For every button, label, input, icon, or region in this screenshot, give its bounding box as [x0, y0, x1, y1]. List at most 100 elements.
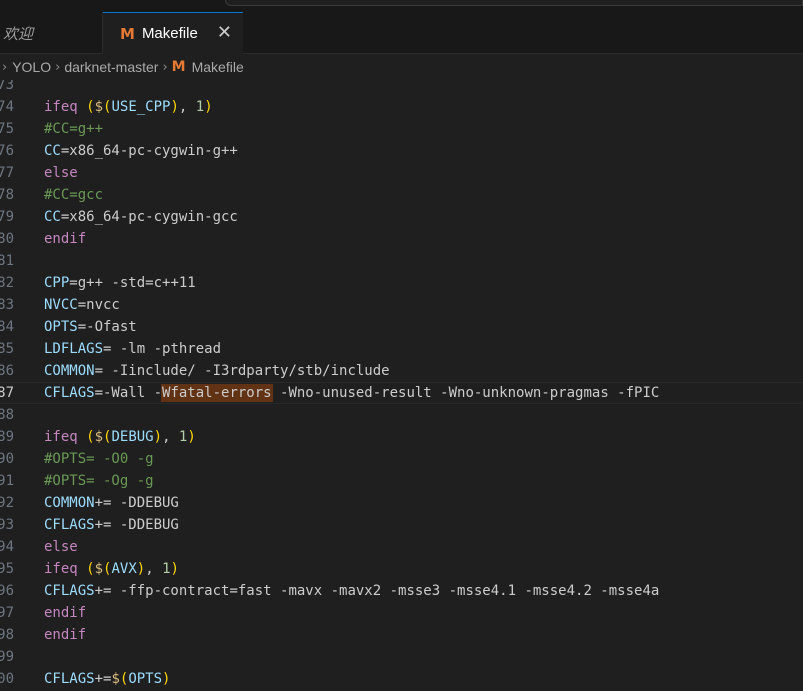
code-line[interactable]: 82 CPP=g++ -std=c++11 [0, 272, 803, 294]
line-number: 75 [0, 121, 14, 137]
code-token: =-Ofast [77, 319, 137, 335]
code-text: CFLAGS+= -ffp-contract=fast -mavx -mavx2… [44, 580, 659, 602]
tab-makefile[interactable]: M Makefile ✕ [103, 12, 243, 54]
code-line[interactable]: 80 endif [0, 228, 803, 250]
line-number: 93 [0, 517, 14, 533]
code-line[interactable]: 97 endif [0, 602, 803, 624]
code-line[interactable]: 00 CFLAGS+=$(OPTS) [0, 668, 803, 690]
code-token: += -DDEBUG [94, 495, 179, 511]
code-text: CC=x86_64-pc-cygwin-gcc [44, 206, 238, 228]
line-number: 76 [0, 143, 14, 159]
code-editor[interactable]: 73 74 ifeq ($(USE_CPP), 1) 75 #CC=g++ 76 CC=x8… [0, 80, 803, 691]
line-number: 87 [0, 385, 14, 401]
breadcrumb-yolo[interactable]: YOLO [12, 59, 51, 75]
code-token: $ [94, 429, 104, 445]
code-token: endif [44, 231, 87, 247]
breadcrumb-darknet-master[interactable]: darknet-master [64, 59, 158, 75]
code-token: =g++ -std=c++11 [69, 275, 196, 291]
code-line[interactable]: 86 COMMON= -Iinclude/ -I3rdparty/stb/incl… [0, 360, 803, 382]
code-line[interactable]: 92 COMMON+= -DDEBUG [0, 492, 803, 514]
line-number: 77 [0, 165, 14, 181]
code-token: ) [136, 561, 146, 577]
code-token: ( [86, 429, 95, 445]
code-text: endif [44, 624, 86, 646]
code-line[interactable]: 89 ifeq ($(DEBUG), 1) [0, 426, 803, 448]
breadcrumb-makefile[interactable]: Makefile [192, 59, 244, 75]
line-number: 82 [0, 275, 14, 291]
code-token: ( [86, 561, 95, 577]
line-number: 79 [0, 209, 14, 225]
code-text: COMMON= -Iinclude/ -I3rdparty/stb/includ… [44, 360, 390, 382]
code-line[interactable]: 77 else [0, 162, 803, 184]
code-line[interactable]: 76 CC=x86_64-pc-cygwin-g++ [0, 140, 803, 162]
code-line[interactable]: 99 [0, 646, 803, 668]
code-line[interactable]: 91 #OPTS= -Og -g [0, 470, 803, 492]
tab-welcome[interactable]: 欢迎 [0, 12, 103, 54]
line-number: 95 [0, 561, 14, 577]
line-number: 97 [0, 605, 14, 621]
code-token: CFLAGS [44, 671, 95, 687]
line-number: 90 [0, 451, 14, 467]
code-line[interactable]: 96 CFLAGS+= -ffp-contract=fast -mavx -mav… [0, 580, 803, 602]
chevron-right-icon: › [55, 59, 61, 75]
code-line[interactable]: 74 ifeq ($(USE_CPP), 1) [0, 96, 803, 118]
code-text: #CC=g++ [44, 118, 103, 140]
command-center[interactable] [225, 0, 803, 6]
code-token: -Wno-unused-result -Wno-unknown-pragmas … [271, 385, 660, 401]
line-number: 74 [0, 99, 14, 115]
search-highlight: Wfatal-errors [161, 384, 273, 402]
chevron-right-icon: › [2, 59, 8, 75]
code-token: ifeq [44, 561, 87, 577]
code-text: CFLAGS+= -DDEBUG [44, 514, 179, 536]
code-token: , [178, 99, 196, 115]
code-token: ) [170, 561, 179, 577]
code-line[interactable]: 73 [0, 80, 803, 96]
line-number: 88 [0, 407, 14, 423]
line-number: 98 [0, 627, 14, 643]
line-number: 80 [0, 231, 14, 247]
code-line[interactable]: 94 else [0, 536, 803, 558]
code-line[interactable]: 93 CFLAGS+= -DDEBUG [0, 514, 803, 536]
code-token: endif [44, 627, 87, 643]
code-token: OPTS [128, 671, 163, 687]
code-token: CC [44, 143, 61, 159]
code-text: ifeq ($(DEBUG), 1) [44, 426, 196, 448]
line-number: 91 [0, 473, 14, 489]
code-line[interactable]: 87 CFLAGS=-Wall -Wfatal-errors -Wno-unuse… [0, 382, 803, 404]
code-text: CC=x86_64-pc-cygwin-g++ [44, 140, 238, 162]
line-number: 78 [0, 187, 14, 203]
code-text: else [44, 162, 78, 184]
code-token: =x86_64-pc-cygwin-gcc [60, 209, 238, 225]
code-token: COMMON [44, 363, 95, 379]
makefile-icon: M [171, 59, 186, 75]
code-line[interactable]: 98 endif [0, 624, 803, 646]
code-text: ifeq ($(USE_CPP), 1) [44, 96, 213, 118]
code-token: #CC=g++ [44, 121, 104, 137]
line-number: 96 [0, 583, 14, 599]
code-text: NVCC=nvcc [44, 294, 120, 316]
code-line[interactable]: 88 [0, 404, 803, 426]
code-line[interactable]: 84 OPTS=-Ofast [0, 316, 803, 338]
code-line[interactable]: 95 ifeq ($(AVX), 1) [0, 558, 803, 580]
makefile-icon: M [120, 24, 135, 43]
code-line[interactable]: 90 #OPTS= -O0 -g [0, 448, 803, 470]
code-line[interactable]: 79 CC=x86_64-pc-cygwin-gcc [0, 206, 803, 228]
code-line[interactable]: 83 NVCC=nvcc [0, 294, 803, 316]
code-line[interactable]: 85 LDFLAGS= -lm -pthread [0, 338, 803, 360]
code-text: CFLAGS=-Wall -Wfatal-errors -Wno-unused-… [44, 383, 659, 403]
code-token: =x86_64-pc-cygwin-g++ [60, 143, 238, 159]
code-token: CFLAGS [44, 517, 95, 533]
code-text: #OPTS= -Og -g [44, 470, 154, 492]
code-token: += -DDEBUG [94, 517, 179, 533]
close-icon[interactable]: ✕ [217, 22, 232, 43]
code-token: DEBUG [111, 429, 154, 445]
code-line[interactable]: 81 [0, 250, 803, 272]
code-token: = -lm -pthread [103, 341, 222, 357]
code-token: ) [153, 429, 163, 445]
code-line[interactable]: 75 #CC=g++ [0, 118, 803, 140]
code-line[interactable]: 78 #CC=gcc [0, 184, 803, 206]
breadcrumb: › YOLO › darknet-master › M Makefile [0, 54, 803, 80]
code-token: LDFLAGS [44, 341, 104, 357]
code-text: endif [44, 228, 86, 250]
code-text: ifeq ($(AVX), 1) [44, 558, 179, 580]
